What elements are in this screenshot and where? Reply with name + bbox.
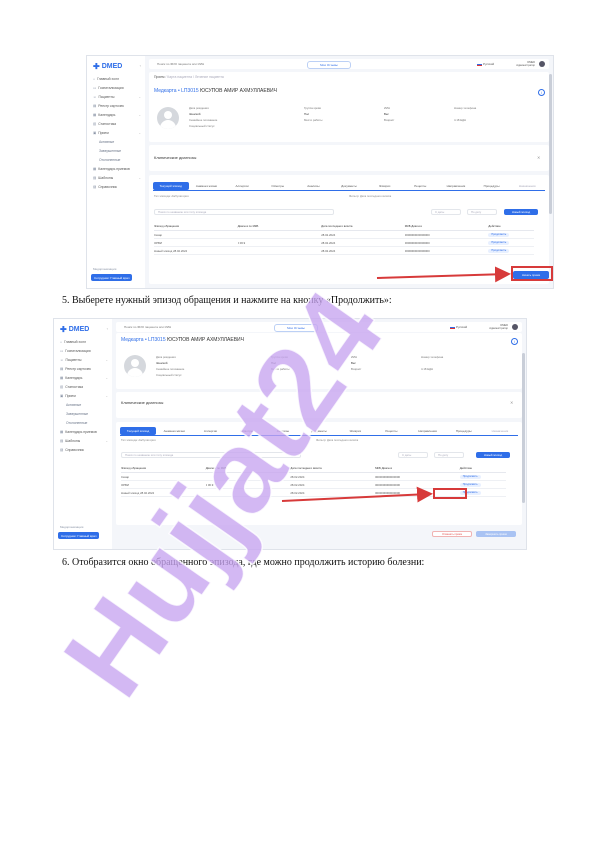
- step-5-text: 5. Выберете нужный эпизод обращения и на…: [62, 295, 392, 306]
- screenshot-start-appointment: ✚ DMED ‹ ⌂ Главный холл ▭ Госпитализация ☺ Пац…: [86, 55, 554, 289]
- red-arrow: [281, 486, 433, 503]
- red-arrow: [376, 266, 511, 283]
- step-6-text: 6. Отобразится окно обращенного эпизода,…: [62, 557, 425, 568]
- screenshot-continue-episode: ✚ DMED ‹ ⌂ Главный холл ▭ Госпитализация ☺ Пац…: [53, 318, 527, 550]
